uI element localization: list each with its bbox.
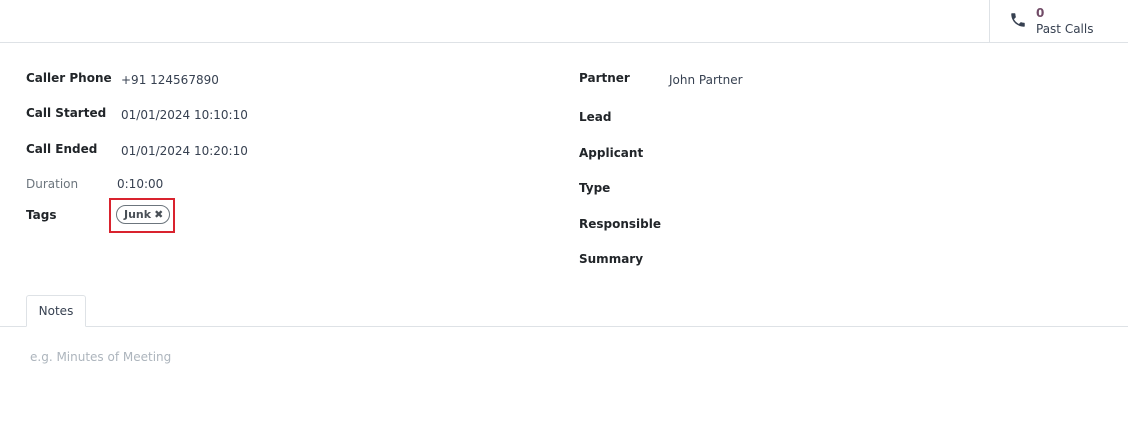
call-ended-label: Call Ended — [26, 142, 98, 156]
notebook-tabs-divider — [0, 326, 1128, 327]
partner-value[interactable]: John Partner — [669, 73, 743, 87]
button-box: 0 Past Calls — [0, 0, 1128, 43]
call-ended-value[interactable]: 01/01/2024 10:20:10 — [121, 144, 248, 158]
summary-label: Summary — [579, 252, 644, 266]
past-calls-label: Past Calls — [1036, 22, 1094, 36]
duration-label: Duration — [26, 177, 79, 191]
duration-value: 0:10:00 — [117, 177, 164, 191]
past-calls-count: 0 — [1036, 6, 1045, 20]
lead-label: Lead — [579, 110, 612, 124]
past-calls-button[interactable]: 0 Past Calls — [989, 0, 1128, 42]
responsible-label: Responsible — [579, 217, 661, 231]
applicant-label: Applicant — [579, 146, 644, 160]
call-started-value[interactable]: 01/01/2024 10:10:10 — [121, 108, 248, 122]
caller-phone-label: Caller Phone — [26, 71, 112, 85]
tags-label: Tags — [26, 208, 57, 222]
tag-junk-label: Junk — [124, 208, 152, 221]
form-view: 0 Past Calls Caller Phone +91 124567890 … — [0, 0, 1128, 444]
tab-notes-label: Notes — [38, 304, 74, 318]
type-label: Type — [579, 181, 611, 195]
call-started-label: Call Started — [26, 106, 107, 120]
close-icon[interactable]: ✖ — [154, 208, 163, 221]
partner-label: Partner — [579, 71, 630, 85]
phone-icon — [1011, 13, 1025, 27]
tag-junk[interactable]: Junk ✖ — [116, 205, 171, 224]
notes-placeholder: e.g. Minutes of Meeting — [30, 350, 172, 364]
caller-phone-value[interactable]: +91 124567890 — [121, 73, 219, 87]
tab-notes[interactable]: Notes — [26, 295, 86, 327]
notes-editor[interactable]: e.g. Minutes of Meeting — [26, 340, 1106, 380]
